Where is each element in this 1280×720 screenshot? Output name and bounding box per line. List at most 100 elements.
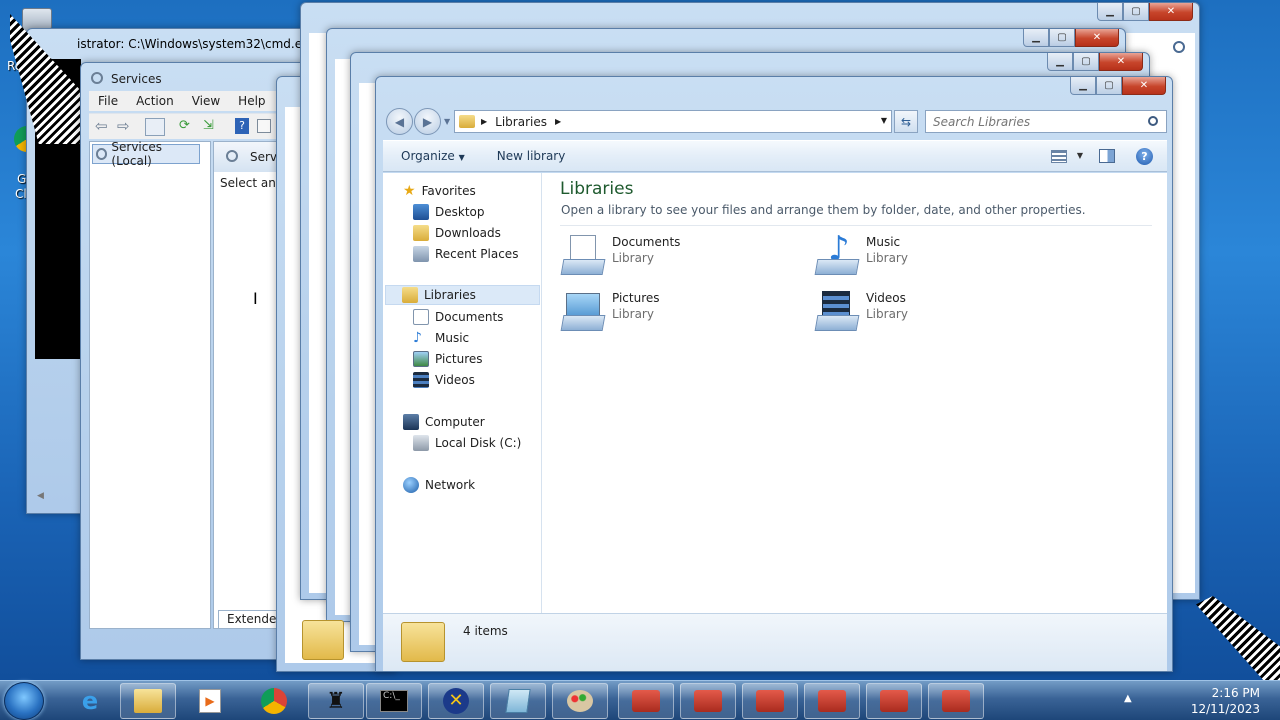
refresh-button[interactable]: ⇆ bbox=[894, 110, 918, 133]
preview-pane-icon[interactable] bbox=[1099, 149, 1115, 163]
library-folder-icon bbox=[459, 115, 475, 128]
close-button[interactable]: ✕ bbox=[1075, 29, 1119, 47]
library-item-music[interactable]: ♪ Music Library bbox=[814, 229, 908, 279]
breadcrumb-separator-icon[interactable]: ▶ bbox=[555, 117, 561, 126]
menu-file[interactable]: File bbox=[89, 91, 127, 111]
cmd-window-title: istrator: C:\Windows\system32\cmd.exe bbox=[77, 37, 316, 51]
notepad-icon bbox=[505, 689, 531, 713]
search-icon[interactable] bbox=[1173, 41, 1185, 53]
help-icon[interactable]: ? bbox=[235, 118, 249, 134]
help-icon[interactable]: ? bbox=[1136, 148, 1153, 165]
search-icon[interactable] bbox=[1148, 116, 1158, 126]
properties-icon[interactable] bbox=[257, 119, 271, 133]
services-tree-pane[interactable]: Services (Local) bbox=[89, 140, 211, 629]
menu-action[interactable]: Action bbox=[127, 91, 183, 111]
close-button[interactable]: ✕ bbox=[1149, 3, 1193, 21]
export-icon[interactable]: ⇲ bbox=[203, 118, 214, 133]
taskbar-toolbox-1[interactable] bbox=[618, 683, 674, 719]
library-item-documents[interactable]: Documents Library bbox=[560, 235, 680, 279]
maximize-button[interactable]: ▢ bbox=[1073, 53, 1099, 71]
taskbar-cmd[interactable]: C:\_ bbox=[366, 683, 422, 719]
taskbar-x-app[interactable]: ✕ bbox=[428, 683, 484, 719]
menu-view[interactable]: View bbox=[183, 91, 229, 111]
nav-libraries-label: Libraries bbox=[424, 288, 476, 302]
view-options-icon[interactable] bbox=[1051, 150, 1067, 163]
start-button[interactable] bbox=[4, 682, 44, 720]
back-button[interactable]: ◀ bbox=[386, 108, 413, 135]
nav-desktop[interactable]: Desktop bbox=[413, 202, 485, 222]
nav-recent-places[interactable]: Recent Places bbox=[413, 244, 518, 264]
navigation-pane[interactable]: ★ Favorites Desktop Downloads Recent Pla… bbox=[383, 173, 542, 613]
taskbar-explorer[interactable] bbox=[120, 683, 176, 719]
network-icon bbox=[403, 477, 419, 493]
nav-network[interactable]: Network bbox=[403, 475, 475, 495]
hard-disk-icon bbox=[413, 435, 429, 451]
nav-libraries[interactable]: Libraries bbox=[385, 285, 540, 305]
taskbar-app[interactable]: ♜ bbox=[308, 683, 364, 719]
taskbar-toolbox-2[interactable] bbox=[680, 683, 736, 719]
address-bar[interactable]: ▶ Libraries ▶ ▼ bbox=[454, 110, 892, 133]
taskbar-toolbox-3[interactable] bbox=[742, 683, 798, 719]
forward-button[interactable]: ▶ bbox=[414, 108, 441, 135]
maximize-button[interactable]: ▢ bbox=[1049, 29, 1075, 47]
clock-date: 12/11/2023 bbox=[1190, 702, 1260, 716]
toolbox-icon bbox=[818, 690, 846, 712]
libraries-icon bbox=[402, 287, 418, 303]
taskbar-clock[interactable]: 2:16 PM 12/11/2023 bbox=[1191, 685, 1260, 717]
content-pane[interactable]: Libraries Open a library to see your fil… bbox=[542, 173, 1167, 613]
nav-computer[interactable]: Computer bbox=[403, 412, 485, 432]
search-input[interactable] bbox=[933, 114, 1133, 129]
tray-arrow-icon[interactable]: ▲ bbox=[1124, 693, 1132, 704]
chrome-icon bbox=[261, 688, 287, 714]
minimize-button[interactable]: ▁ bbox=[1070, 77, 1096, 95]
nav-documents[interactable]: Documents bbox=[413, 307, 503, 327]
search-box[interactable] bbox=[925, 110, 1167, 133]
nav-local-disk[interactable]: Local Disk (C:) bbox=[413, 433, 521, 453]
address-dropdown-icon[interactable]: ▼ bbox=[881, 116, 887, 125]
recent-pages-dropdown-icon[interactable]: ▼ bbox=[444, 117, 450, 126]
console-tree-icon[interactable] bbox=[145, 118, 165, 136]
taskbar-chrome[interactable] bbox=[246, 683, 302, 719]
back-arrow-icon[interactable]: ⇦ bbox=[95, 117, 108, 135]
organize-menu[interactable]: Organize ▼ bbox=[383, 149, 479, 163]
caption-buttons: ▁ ▢ ✕ bbox=[1070, 77, 1166, 96]
nav-videos[interactable]: Videos bbox=[413, 370, 475, 390]
taskbar-notepad[interactable] bbox=[490, 683, 546, 719]
documents-icon bbox=[413, 309, 429, 325]
forward-arrow-icon[interactable]: ⇨ bbox=[117, 117, 130, 135]
toolbox-icon bbox=[880, 690, 908, 712]
new-library-button[interactable]: New library bbox=[479, 149, 580, 163]
menu-help[interactable]: Help bbox=[229, 91, 274, 111]
taskbar-media-player[interactable]: ▶ bbox=[182, 683, 238, 719]
tree-item-services-local[interactable]: Services (Local) bbox=[92, 140, 200, 168]
taskbar-toolbox-4[interactable] bbox=[804, 683, 860, 719]
maximize-button[interactable]: ▢ bbox=[1096, 77, 1122, 95]
taskbar-ie[interactable]: e bbox=[62, 683, 118, 719]
cmd-scroll-arrow[interactable]: ◀ bbox=[37, 491, 44, 501]
library-name: Music bbox=[866, 235, 901, 249]
view-dropdown-icon[interactable]: ▼ bbox=[1077, 151, 1083, 160]
taskbar-toolbox-5[interactable] bbox=[866, 683, 922, 719]
minimize-button[interactable]: ▁ bbox=[1023, 29, 1049, 47]
close-button[interactable]: ✕ bbox=[1099, 53, 1143, 71]
nav-downloads[interactable]: Downloads bbox=[413, 223, 501, 243]
nav-favorites[interactable]: ★ Favorites bbox=[403, 181, 476, 201]
library-name: Pictures bbox=[612, 291, 660, 305]
close-button[interactable]: ✕ bbox=[1122, 77, 1166, 95]
breadcrumb-libraries[interactable]: Libraries bbox=[495, 115, 547, 129]
minimize-button[interactable]: ▁ bbox=[1097, 3, 1123, 21]
nav-pictures[interactable]: Pictures bbox=[413, 349, 483, 369]
maximize-button[interactable]: ▢ bbox=[1123, 3, 1149, 21]
nav-music[interactable]: ♪ Music bbox=[413, 328, 469, 348]
pictures-icon bbox=[413, 351, 429, 367]
taskbar-toolbox-6[interactable] bbox=[928, 683, 984, 719]
page-title: Libraries bbox=[560, 179, 634, 199]
library-item-pictures[interactable]: Pictures Library bbox=[560, 291, 660, 335]
taskbar-paint[interactable] bbox=[552, 683, 608, 719]
library-item-videos[interactable]: Videos Library bbox=[814, 291, 908, 335]
minimize-button[interactable]: ▁ bbox=[1047, 53, 1073, 71]
ie-icon: e bbox=[81, 687, 99, 715]
explorer-window[interactable]: ▁ ▢ ✕ ◀ ▶ ▼ ▶ Libraries ▶ ▼ ⇆ Organize ▼… bbox=[375, 76, 1173, 672]
magnifier-icon bbox=[226, 150, 238, 162]
refresh-icon[interactable]: ⟳ bbox=[179, 118, 190, 133]
